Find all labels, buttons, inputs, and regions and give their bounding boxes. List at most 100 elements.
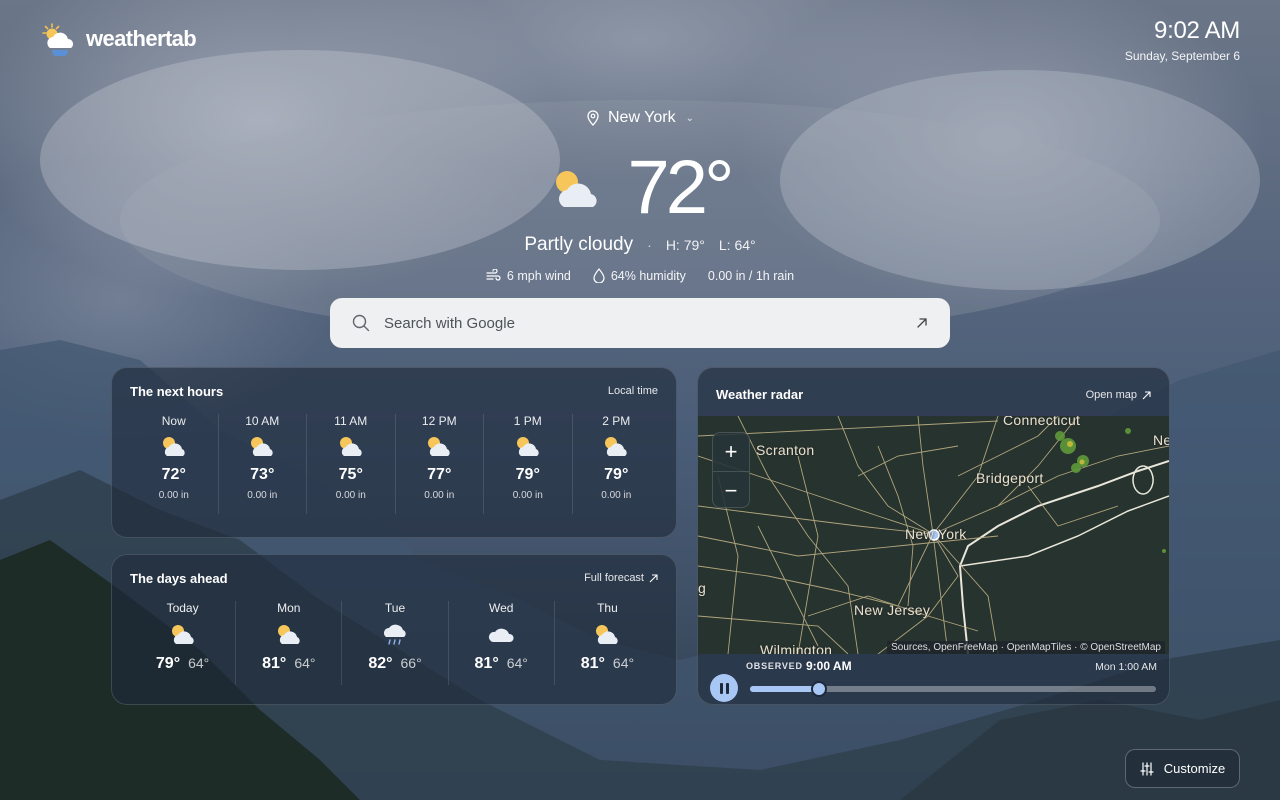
- daily-list: Today 79° 64° Mon 81° 64° Tue 82° 66° Wed 8…: [130, 601, 660, 685]
- partly-cloudy-icon: [555, 171, 597, 207]
- local-time-link[interactable]: Local time: [608, 385, 658, 397]
- day-label: Today: [166, 601, 199, 615]
- logo-icon: [42, 23, 73, 56]
- hour-rain: 0.00 in: [424, 490, 455, 501]
- rain-stat: 0.00 in / 1h rain: [708, 268, 794, 283]
- logo-text: weathertab: [86, 26, 197, 51]
- map-label: Scranton: [756, 442, 815, 458]
- wind-value: 6 mph wind: [506, 268, 571, 283]
- next-hours-card: The next hours Local time Now 72° 0.00 i…: [111, 367, 677, 538]
- map-label: g: [698, 580, 707, 596]
- day-label: Thu: [597, 601, 618, 615]
- radar-title: Weather radar: [716, 387, 804, 402]
- day-high: 81°: [474, 655, 499, 672]
- low-temp: L: 64°: [718, 237, 756, 253]
- clock-time: 9:02 AM: [1154, 17, 1240, 44]
- rain-icon: [384, 624, 406, 645]
- pause-button[interactable]: [710, 674, 738, 702]
- open-map-link[interactable]: Open map: [1086, 389, 1151, 401]
- arrow-up-right-icon: [1142, 390, 1151, 399]
- day-low: 64°: [188, 655, 210, 671]
- map-label: New York: [905, 526, 967, 542]
- partly-cloudy-icon: [162, 437, 185, 456]
- hour-label: Now: [161, 414, 186, 428]
- hour-rain: 0.00 in: [247, 490, 278, 501]
- humidity-value: 64% humidity: [610, 268, 686, 283]
- local-time-label: Local time: [607, 385, 658, 397]
- clock-date: Sunday, September 6: [1124, 49, 1240, 63]
- partly-cloudy-icon: [605, 437, 627, 456]
- hour-rain: 0.00 in: [512, 490, 543, 501]
- cloud-icon: [489, 628, 514, 642]
- day-item: Today 79° 64°: [130, 601, 235, 685]
- clock: 9:02 AM Sunday, September 6: [1125, 17, 1240, 63]
- day-label: Tue: [384, 601, 406, 615]
- search-icon: [352, 314, 370, 332]
- days-ahead-title: The days ahead: [130, 571, 228, 586]
- hour-temp: 75°: [338, 466, 363, 483]
- partly-cloudy-icon: [171, 625, 194, 644]
- map-label: Bridgeport: [976, 470, 1044, 486]
- day-item: Mon 81° 64°: [235, 601, 341, 685]
- location-pin-icon: [587, 110, 599, 126]
- hour-rain: 0.00 in: [601, 490, 632, 501]
- hour-item: 11 AM 75° 0.00 in: [306, 414, 395, 514]
- map-attribution[interactable]: Sources, OpenFreeMap · OpenMapTiles · © …: [887, 641, 1165, 654]
- day-label: Mon: [277, 601, 301, 615]
- hour-label: 11 AM: [334, 414, 368, 428]
- day-low: 64°: [612, 655, 635, 671]
- arrow-up-right-icon[interactable]: [916, 317, 928, 329]
- hour-label: 10 AM: [245, 414, 280, 428]
- observed-tag: OBSERVED: [746, 661, 803, 671]
- hourly-list: Now 72° 0.00 in 10 AM 73° 0.00 in 11 AM …: [130, 414, 660, 514]
- zoom-in-button[interactable]: +: [713, 433, 749, 471]
- radar-timeline: OBSERVED 9:00 AM Mon 1:00 AM: [698, 654, 1169, 704]
- pause-icon: [719, 682, 723, 694]
- app-logo[interactable]: weathertab: [40, 22, 197, 56]
- timeline-handle[interactable]: [811, 681, 828, 697]
- partly-cloudy-icon: [277, 625, 300, 644]
- hour-item: Now 72° 0.00 in: [130, 414, 218, 514]
- day-label: Wed: [488, 601, 514, 615]
- timeline-fill: [750, 686, 820, 692]
- hour-label: 1 PM: [513, 414, 542, 428]
- next-hours-title: The next hours: [130, 384, 224, 399]
- search-bar[interactable]: Search with Google: [330, 298, 950, 348]
- day-low: 64°: [506, 655, 528, 671]
- full-forecast-link[interactable]: Full forecast: [584, 572, 658, 584]
- separator-dot: ·: [647, 237, 652, 253]
- search-input[interactable]: Search with Google: [384, 315, 916, 332]
- sliders-icon: [1140, 761, 1154, 776]
- weather-radar-card: Weather radar Open map Connecticut N Scr…: [697, 367, 1170, 705]
- partly-cloudy-icon: [251, 437, 273, 456]
- condition-row: Partly cloudy · H: 79° L: 64°: [0, 234, 1280, 256]
- hour-temp: 73°: [250, 466, 275, 483]
- chevron-down-icon: ⌄: [685, 112, 694, 124]
- current-temperature: 72°: [627, 145, 735, 230]
- full-forecast-label: Full forecast: [584, 572, 644, 584]
- wind-stat: 6 mph wind: [486, 268, 571, 283]
- wind-icon: [486, 269, 501, 281]
- hour-item: 12 PM 77° 0.00 in: [394, 414, 484, 514]
- day-item: Wed 81° 64°: [447, 601, 554, 685]
- customize-button[interactable]: Customize: [1125, 749, 1240, 788]
- day-low: 64°: [294, 655, 316, 671]
- radar-map[interactable]: Connecticut Ne Scranton Bridgeport New Y…: [698, 416, 1169, 654]
- map-label: New Jersey: [854, 602, 931, 618]
- map-label: Connecticut: [1003, 416, 1081, 428]
- timeline-slider[interactable]: [750, 681, 1156, 697]
- hour-temp: 77°: [427, 466, 452, 483]
- zoom-out-button[interactable]: −: [713, 471, 749, 509]
- day-item: Thu 81° 64°: [553, 601, 660, 685]
- hour-label: 12 PM: [421, 414, 457, 428]
- map-label: Ne: [1153, 432, 1169, 448]
- day-low: 66°: [400, 655, 422, 671]
- day-high: 79°: [155, 655, 181, 672]
- zoom-controls: + −: [712, 432, 750, 508]
- hour-item: 10 AM 73° 0.00 in: [217, 414, 307, 514]
- droplet-icon: [593, 268, 605, 283]
- location-selector[interactable]: New York ⌄: [0, 109, 1280, 127]
- partly-cloudy-icon: [339, 437, 362, 456]
- high-temp: H: 79°: [665, 237, 705, 253]
- day-high: 81°: [580, 655, 605, 672]
